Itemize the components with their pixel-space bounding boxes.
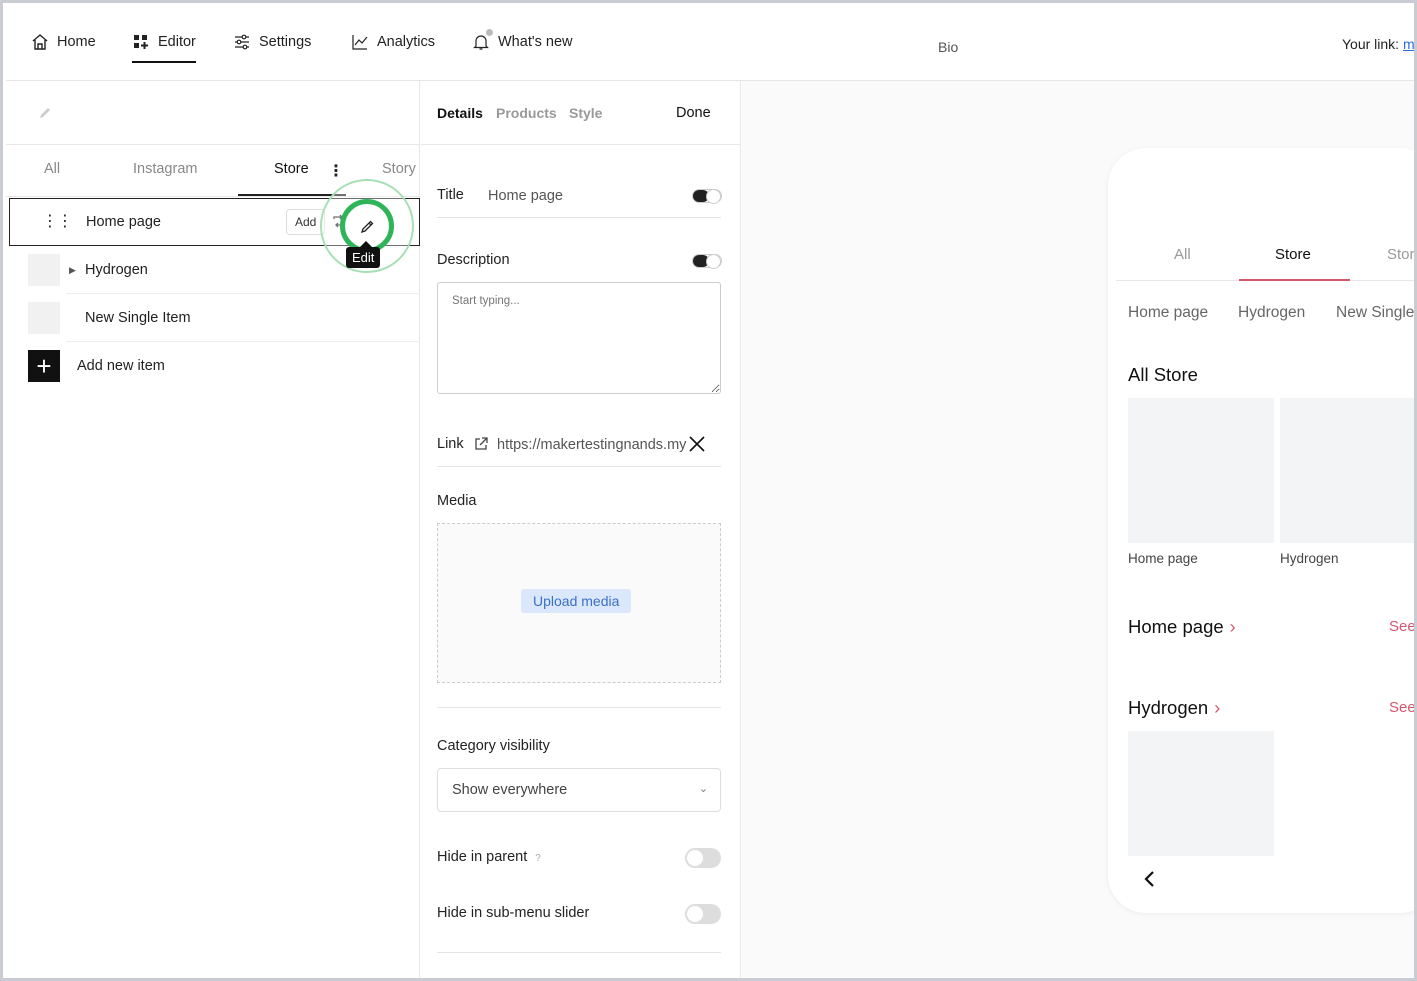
list-item-label: Home page <box>86 214 161 230</box>
preview-chip[interactable]: Home page <box>1128 304 1208 322</box>
see-all-link[interactable]: See <box>1389 618 1414 635</box>
upload-media-button[interactable]: Upload media <box>521 589 632 613</box>
drag-handle-icon[interactable]: ⋮⋮ <box>42 214 73 230</box>
nav-settings[interactable]: Settings <box>233 33 311 51</box>
preview-tile-image[interactable] <box>1128 398 1274 543</box>
home-icon <box>32 34 48 50</box>
nav-whats-new-label: What's new <box>498 34 573 50</box>
list-item-new-single[interactable]: New Single Item <box>6 294 420 342</box>
preview-section-heading[interactable]: Home page › <box>1128 616 1236 638</box>
preview-tab-story[interactable]: Stor <box>1387 246 1414 263</box>
details-panel-header: Details Products Style Done <box>421 81 740 145</box>
add-new-item-label: Add new item <box>77 358 165 374</box>
close-icon[interactable] <box>687 434 707 454</box>
description-label: Description <box>437 252 510 268</box>
hide-in-parent-label: Hide in parent? <box>437 849 541 865</box>
preview-active-tab-indicator <box>1239 279 1350 281</box>
link-input[interactable]: https://makertestingnands.my <box>497 437 707 453</box>
preview-tile-caption: Hydrogen <box>1280 551 1339 566</box>
preview-section-title: Home page <box>1128 616 1224 637</box>
category-visibility-value: Show everywhere <box>452 782 568 798</box>
app-window: Home Editor Settings Analytics What's ne… <box>0 0 1417 981</box>
grid-icon <box>134 35 148 49</box>
item-thumbnail <box>28 254 60 286</box>
category-visibility-select[interactable]: Show everywhere ⌄ <box>437 768 721 812</box>
description-toggle[interactable] <box>692 254 722 269</box>
title-label: Title <box>437 187 464 203</box>
details-panel: Details Products Style Done Title Home p… <box>421 81 741 978</box>
help-icon[interactable]: ? <box>535 853 541 864</box>
tab-instagram[interactable]: Instagram <box>133 161 197 177</box>
chart-line-icon <box>352 35 368 50</box>
pencil-icon[interactable] <box>38 106 52 120</box>
divider <box>437 217 721 218</box>
divider <box>437 707 721 708</box>
edit-tooltip: Edit <box>346 241 381 268</box>
media-dropzone[interactable]: Upload media <box>437 523 721 683</box>
external-link-icon[interactable] <box>473 436 489 452</box>
list-item-label: New Single Item <box>85 310 191 326</box>
nav-analytics-label: Analytics <box>377 34 436 50</box>
preview-tile-image[interactable] <box>1128 731 1274 856</box>
done-button[interactable]: Done <box>676 105 711 121</box>
nav-home[interactable]: Home <box>31 33 96 51</box>
tab-details[interactable]: Details <box>437 105 483 121</box>
hide-in-parent-text: Hide in parent <box>437 849 528 865</box>
nav-editor-label: Editor <box>158 34 196 50</box>
preview-tab-store[interactable]: Store <box>1275 246 1311 263</box>
chevron-right-icon: › <box>1214 698 1221 718</box>
sliders-icon <box>235 34 249 50</box>
see-all-link[interactable]: See <box>1389 699 1414 716</box>
media-label: Media <box>437 493 477 509</box>
preview-section-heading[interactable]: Hydrogen › <box>1128 697 1220 719</box>
pencil-icon <box>360 220 373 233</box>
nav-settings-label: Settings <box>259 34 312 50</box>
tab-store[interactable]: Store <box>274 161 309 177</box>
tab-style[interactable]: Style <box>569 105 602 121</box>
expand-caret-icon[interactable]: ▶ <box>69 265 76 276</box>
nav-analytics[interactable]: Analytics <box>351 33 435 51</box>
tab-all[interactable]: All <box>44 161 60 177</box>
top-nav: Home Editor Settings Analytics What's ne… <box>6 6 1414 81</box>
nav-editor[interactable]: Editor <box>132 33 196 63</box>
preview-all-store-heading: All Store <box>1128 364 1198 385</box>
tab-story[interactable]: Story <box>382 161 416 177</box>
hide-in-slider-toggle[interactable] <box>685 904 721 924</box>
back-arrow-icon[interactable] <box>1142 870 1156 888</box>
plus-icon: + <box>28 350 60 382</box>
preview-section-title: Hydrogen <box>1128 697 1209 718</box>
item-thumbnail <box>28 302 60 334</box>
items-panel-header <box>6 81 419 145</box>
divider <box>437 952 721 953</box>
link-label: Link <box>437 436 464 452</box>
title-input[interactable]: Home page <box>488 188 563 204</box>
preview-tile-caption: Home page <box>1128 551 1198 566</box>
kebab-menu-icon[interactable]: ⋮ <box>328 161 344 181</box>
category-visibility-label: Category visibility <box>437 738 550 754</box>
notification-dot <box>486 29 493 36</box>
preview-chip[interactable]: New Single <box>1336 304 1414 322</box>
hide-in-slider-label: Hide in sub-menu slider <box>437 905 590 921</box>
nav-home-label: Home <box>57 34 96 50</box>
page-title: Bio <box>938 39 959 55</box>
your-link-label: Your link: <box>1342 36 1400 52</box>
description-textarea[interactable] <box>437 282 721 394</box>
add-new-item-button[interactable]: + Add new item <box>6 342 420 390</box>
list-item-label: Hydrogen <box>85 262 148 278</box>
your-link: Your link: m <box>1342 36 1414 52</box>
tab-products[interactable]: Products <box>496 105 557 121</box>
title-toggle[interactable] <box>692 189 722 204</box>
phone-preview: All Store Stor Home page Hydrogen New Si… <box>1108 148 1414 913</box>
preview-chip[interactable]: Hydrogen <box>1238 304 1305 322</box>
preview-tab-all[interactable]: All <box>1174 246 1191 263</box>
chevron-down-icon: ⌄ <box>698 783 708 795</box>
your-link-url[interactable]: m <box>1403 36 1414 52</box>
nav-whats-new[interactable]: What's new <box>472 29 573 51</box>
preview-tile-image[interactable] <box>1280 398 1414 543</box>
divider <box>437 466 721 467</box>
chevron-right-icon: › <box>1229 617 1236 637</box>
hide-in-parent-toggle[interactable] <box>685 848 721 868</box>
